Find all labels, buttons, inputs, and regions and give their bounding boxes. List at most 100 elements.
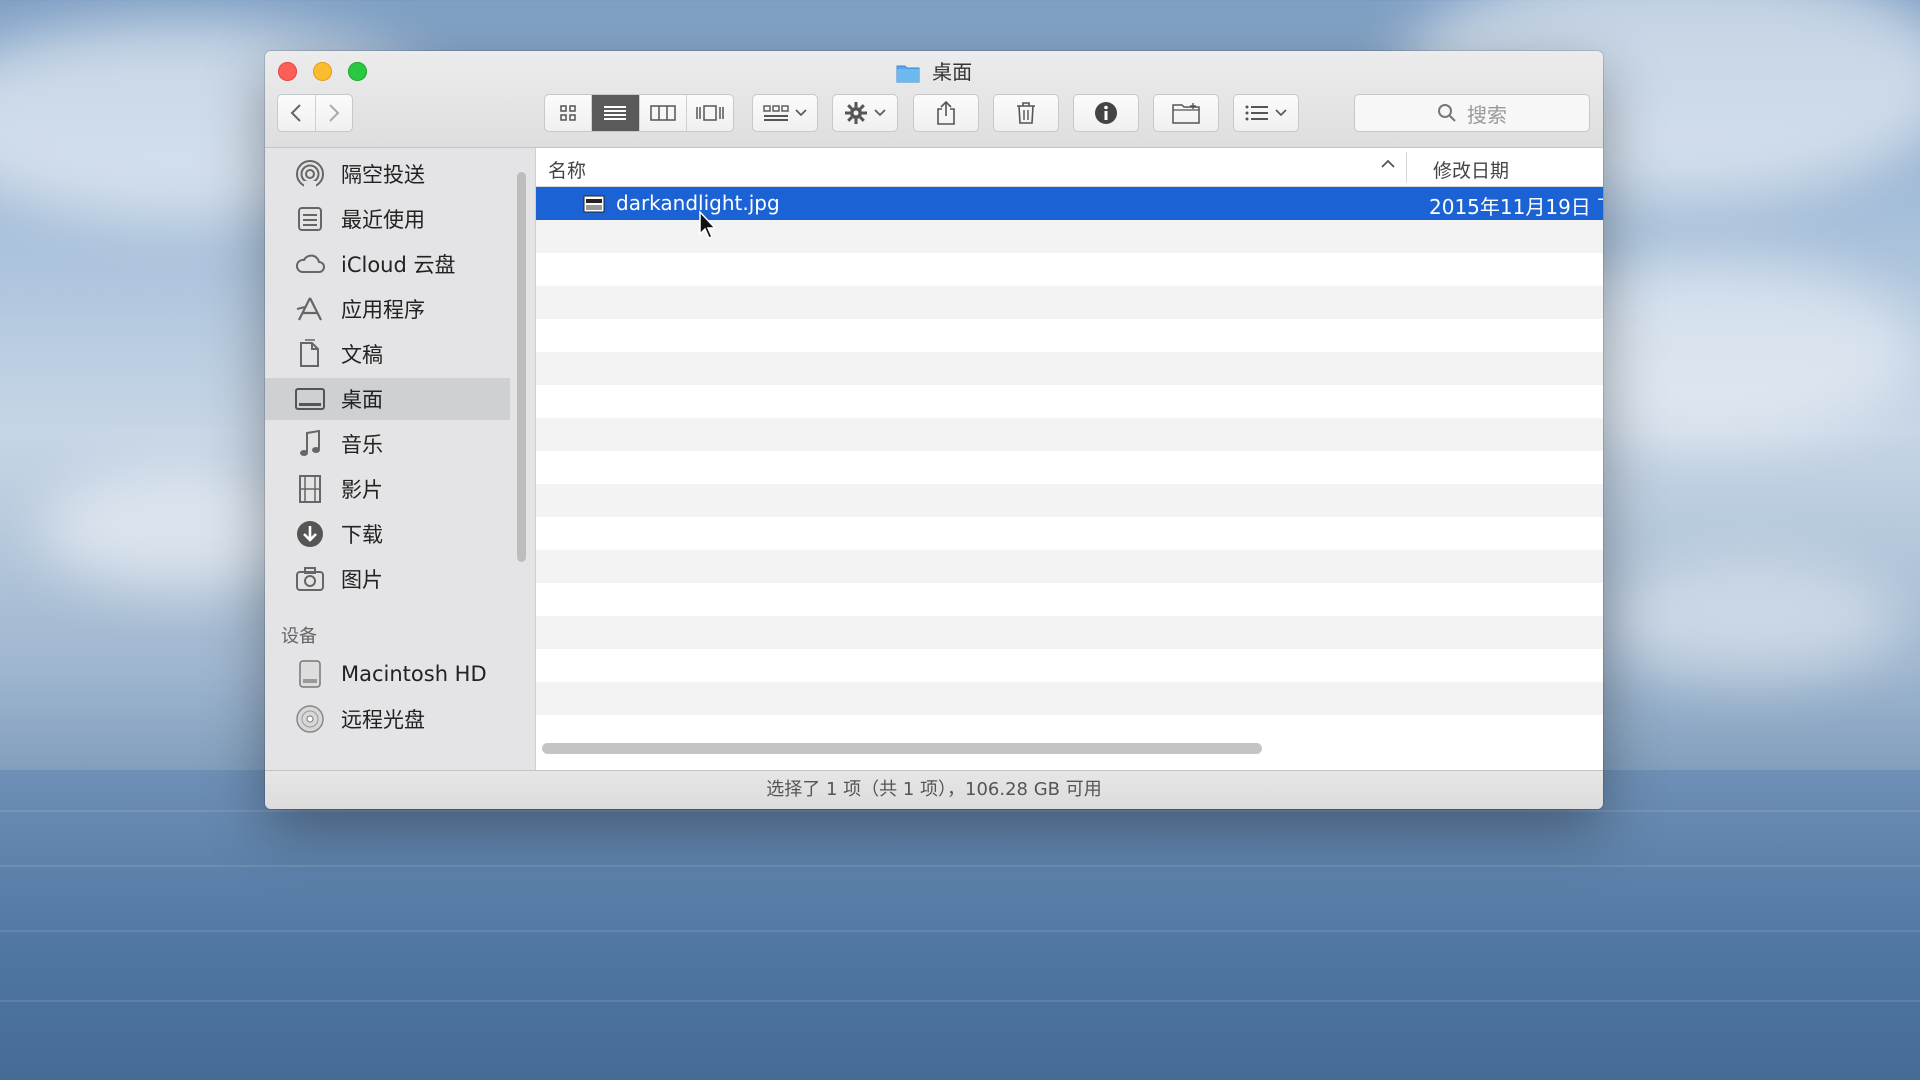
- status-bar: 选择了 1 项（共 1 项），106.28 GB 可用: [265, 770, 1603, 809]
- sidebar-item-music[interactable]: 音乐: [265, 423, 510, 465]
- share-icon: [937, 100, 955, 125]
- trash-icon: [1017, 102, 1035, 124]
- horizontal-scrollbar[interactable]: [542, 743, 1262, 754]
- group-button[interactable]: [752, 94, 818, 132]
- sidebar-item-label: 图片: [341, 568, 383, 592]
- sidebar-item-applications[interactable]: 应用程序: [265, 288, 510, 330]
- icon-view-button[interactable]: [545, 95, 593, 131]
- chevron-down-icon: [874, 109, 886, 117]
- column-divider[interactable]: [1406, 152, 1407, 182]
- sidebar-item-label: 最近使用: [341, 208, 425, 232]
- empty-row: [536, 451, 1603, 484]
- sidebar-item-label: 影片: [341, 478, 383, 502]
- empty-row: [536, 616, 1603, 649]
- downloads-icon: [293, 517, 327, 551]
- sidebar-item-movies[interactable]: 影片: [265, 468, 510, 510]
- sidebar-item-recents[interactable]: 最近使用: [265, 198, 510, 240]
- empty-row: [536, 649, 1603, 682]
- column-header: 名称 修改日期: [536, 148, 1603, 187]
- sidebar-item-label: 远程光盘: [341, 708, 425, 732]
- empty-row: [536, 517, 1603, 550]
- sidebar-item-desktop[interactable]: 桌面: [265, 378, 510, 420]
- empty-row: [536, 550, 1603, 583]
- sidebar-item-remote-disc[interactable]: 远程光盘: [265, 698, 510, 740]
- forward-button[interactable]: [316, 95, 353, 131]
- sidebar-section-devices: 设备: [281, 626, 317, 647]
- file-list: 名称 修改日期 darkandlight.jpg 2015年11月19日 下: [536, 148, 1603, 770]
- empty-row: [536, 484, 1603, 517]
- share-button[interactable]: [913, 94, 979, 132]
- arrange-button[interactable]: [1233, 94, 1299, 132]
- sort-ascending-icon: [1381, 154, 1395, 173]
- airdrop-icon: [293, 157, 327, 191]
- chevron-down-icon: [795, 109, 807, 117]
- folder-icon: [896, 63, 920, 89]
- sidebar-item-pictures[interactable]: 图片: [265, 558, 510, 600]
- finder-window: 桌面 搜索 隔空投送 最近使用 iCloud 云盘 应用程序 文稿 桌面 音乐 …: [265, 51, 1603, 809]
- empty-row: [536, 385, 1603, 418]
- desktop-icon: [293, 382, 327, 416]
- sidebar-item-icloud[interactable]: iCloud 云盘: [265, 243, 510, 285]
- trash-button[interactable]: [993, 94, 1059, 132]
- documents-icon: [293, 337, 327, 371]
- sidebar-scrollbar[interactable]: [517, 172, 526, 562]
- window-title: 桌面: [265, 59, 1603, 89]
- nav-buttons: [277, 94, 353, 132]
- search-icon: [1438, 104, 1456, 122]
- sidebar-item-label: 下载: [341, 523, 383, 547]
- music-icon: [293, 427, 327, 461]
- sidebar: 隔空投送 最近使用 iCloud 云盘 应用程序 文稿 桌面 音乐 影片 下载 …: [265, 148, 536, 770]
- mouse-cursor-icon: [698, 210, 718, 244]
- column-view-button[interactable]: [640, 95, 687, 131]
- column-view-icon: [649, 105, 676, 121]
- empty-row: [536, 220, 1603, 253]
- view-mode-control: [544, 94, 734, 132]
- movies-icon: [293, 472, 327, 506]
- sidebar-item-label: 应用程序: [341, 298, 425, 322]
- empty-row: [536, 319, 1603, 352]
- empty-row: [536, 583, 1603, 616]
- file-rows: darkandlight.jpg 2015年11月19日 下: [536, 187, 1603, 748]
- sidebar-item-airdrop[interactable]: 隔空投送: [265, 153, 510, 195]
- info-icon: [1095, 102, 1117, 124]
- list-view-icon: [604, 106, 627, 120]
- group-icon: [763, 105, 789, 121]
- new-folder-icon: [1172, 103, 1200, 124]
- forward-icon: [329, 104, 340, 122]
- table-row[interactable]: darkandlight.jpg 2015年11月19日 下: [536, 187, 1603, 220]
- empty-row: [536, 418, 1603, 451]
- hard-disk-icon: [293, 657, 327, 691]
- list-view-button[interactable]: [592, 95, 640, 131]
- remote-disc-icon: [293, 702, 327, 736]
- sidebar-item-label: 音乐: [341, 433, 383, 457]
- coverflow-view-button[interactable]: [687, 95, 733, 131]
- sidebar-item-label: Macintosh HD: [341, 662, 487, 686]
- cloud-icon: [293, 247, 327, 281]
- get-info-button[interactable]: [1073, 94, 1139, 132]
- sidebar-item-downloads[interactable]: 下载: [265, 513, 510, 555]
- column-header-date[interactable]: 修改日期: [1433, 156, 1509, 183]
- empty-row: [536, 682, 1603, 715]
- chevron-down-icon: [1275, 109, 1287, 117]
- search-placeholder: 搜索: [1467, 102, 1507, 127]
- back-icon: [290, 104, 301, 122]
- search-field[interactable]: 搜索: [1354, 94, 1590, 132]
- recents-icon: [293, 202, 327, 236]
- image-file-icon: [583, 194, 605, 218]
- pictures-icon: [293, 562, 327, 596]
- back-button[interactable]: [278, 95, 316, 131]
- file-date: 2015年11月19日 下: [1429, 195, 1603, 219]
- icon-view-icon: [560, 105, 576, 121]
- window-title-text: 桌面: [932, 60, 973, 84]
- title-bar: 桌面 搜索: [265, 51, 1603, 148]
- applications-icon: [293, 292, 327, 326]
- action-button[interactable]: [832, 94, 898, 132]
- sidebar-item-label: iCloud 云盘: [341, 253, 456, 277]
- sidebar-item-label: 桌面: [341, 388, 383, 412]
- sidebar-item-macintosh-hd[interactable]: Macintosh HD: [265, 653, 510, 695]
- sidebar-item-documents[interactable]: 文稿: [265, 333, 510, 375]
- column-header-name[interactable]: 名称: [548, 156, 586, 183]
- new-folder-button[interactable]: [1153, 94, 1219, 132]
- action-gear-icon: [845, 102, 867, 124]
- empty-row: [536, 253, 1603, 286]
